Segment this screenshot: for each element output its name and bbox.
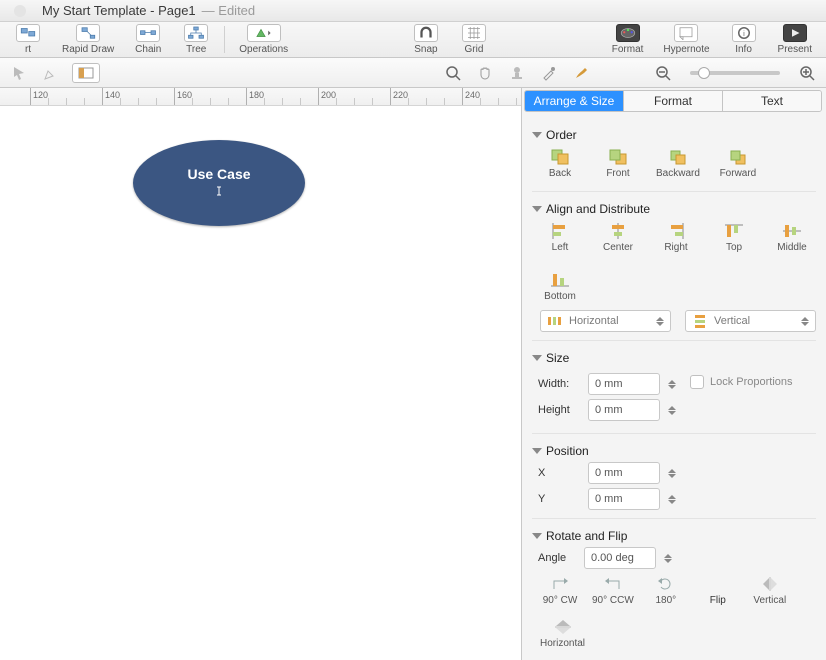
- x-label: X: [538, 467, 580, 479]
- use-case-shape[interactable]: Use Case: [133, 140, 305, 226]
- toolbar-hypernote[interactable]: Hypernote: [657, 22, 715, 57]
- toolbar-operations[interactable]: Operations: [233, 22, 294, 57]
- width-stepper[interactable]: [668, 380, 676, 389]
- svg-text:i: i: [743, 29, 745, 38]
- y-input[interactable]: [588, 488, 660, 510]
- height-label: Height: [538, 404, 580, 416]
- section-position[interactable]: Position: [532, 444, 816, 458]
- window-title: My Start Template - Page1: [42, 3, 196, 18]
- toolbar-snap[interactable]: Snap: [406, 22, 446, 57]
- canvas-area: 120140160180200220240 Use Case: [0, 88, 521, 660]
- lock-proportions-label: Lock Proportions: [710, 376, 793, 388]
- flip-vertical-button[interactable]: Vertical: [750, 575, 790, 606]
- toolbar-tree[interactable]: Tree: [176, 22, 216, 57]
- stamp-tool-icon[interactable]: [506, 62, 528, 84]
- main-toolbar: rt Rapid Draw Chain Tree Operations Snap…: [0, 22, 826, 58]
- traffic-close-icon[interactable]: [14, 5, 26, 17]
- align-bottom-button[interactable]: Bottom: [540, 271, 580, 302]
- y-label: Y: [538, 493, 580, 505]
- text-cursor-icon: [213, 184, 225, 200]
- hand-tool-icon[interactable]: [474, 62, 496, 84]
- zoom-out-icon[interactable]: [652, 62, 674, 84]
- section-rotate[interactable]: Rotate and Flip: [532, 529, 816, 543]
- order-forward-button[interactable]: Forward: [718, 148, 758, 179]
- width-input[interactable]: [588, 373, 660, 395]
- rotate-ccw-button[interactable]: 90° CCW: [592, 575, 634, 606]
- tab-text[interactable]: Text: [722, 91, 821, 111]
- rotate-180-button[interactable]: 180°: [646, 575, 686, 606]
- flip-label: Flip: [698, 575, 738, 606]
- toolbar-chain[interactable]: Chain: [128, 22, 168, 57]
- width-label: Width:: [538, 378, 580, 390]
- toolbar-grid[interactable]: Grid: [454, 22, 494, 57]
- distribute-vertical-select[interactable]: Vertical: [685, 310, 816, 332]
- tab-arrange[interactable]: Arrange & Size: [525, 91, 623, 111]
- align-center-button[interactable]: Center: [598, 222, 638, 253]
- library-toggle[interactable]: [72, 63, 100, 83]
- order-backward-button[interactable]: Backward: [656, 148, 700, 179]
- angle-stepper[interactable]: [664, 554, 672, 563]
- align-middle-button[interactable]: Middle: [772, 222, 812, 253]
- toolbar-info[interactable]: i Info: [724, 22, 764, 57]
- drawing-canvas[interactable]: Use Case: [0, 106, 521, 660]
- edit-tool-icon[interactable]: [40, 62, 62, 84]
- magnify-tool-icon[interactable]: [442, 62, 464, 84]
- toolbar-art[interactable]: rt: [8, 22, 48, 57]
- inspector-panel: Arrange & Size Format Text Order Back Fr…: [521, 88, 826, 660]
- height-stepper[interactable]: [668, 406, 676, 415]
- drawing-toolbar: [0, 58, 826, 88]
- lock-proportions-checkbox[interactable]: [690, 375, 704, 389]
- x-stepper[interactable]: [668, 469, 676, 478]
- toolbar-present[interactable]: Present: [772, 22, 818, 57]
- section-order[interactable]: Order: [532, 128, 816, 142]
- align-left-button[interactable]: Left: [540, 222, 580, 253]
- shape-label: Use Case: [187, 166, 250, 182]
- align-right-button[interactable]: Right: [656, 222, 696, 253]
- window-edited: — Edited: [202, 3, 255, 18]
- pointer-tool-icon[interactable]: [8, 62, 30, 84]
- inspector-tabs: Arrange & Size Format Text: [524, 90, 822, 112]
- section-align[interactable]: Align and Distribute: [532, 202, 816, 216]
- zoom-in-icon[interactable]: [796, 62, 818, 84]
- eyedropper-icon[interactable]: [538, 62, 560, 84]
- order-back-button[interactable]: Back: [540, 148, 580, 179]
- angle-label: Angle: [538, 552, 576, 564]
- distribute-horizontal-select[interactable]: Horizontal: [540, 310, 671, 332]
- toolbar-format[interactable]: Format: [606, 22, 650, 57]
- brush-icon[interactable]: [570, 62, 592, 84]
- tab-format[interactable]: Format: [623, 91, 722, 111]
- height-input[interactable]: [588, 399, 660, 421]
- section-size[interactable]: Size: [532, 351, 816, 365]
- y-stepper[interactable]: [668, 495, 676, 504]
- distribute-v-icon: [692, 314, 708, 328]
- rotate-cw-button[interactable]: 90° CW: [540, 575, 580, 606]
- window-titlebar: My Start Template - Page1 — Edited: [0, 0, 826, 22]
- order-front-button[interactable]: Front: [598, 148, 638, 179]
- toolbar-rapid-draw[interactable]: Rapid Draw: [56, 22, 120, 57]
- distribute-h-icon: [547, 314, 563, 328]
- x-input[interactable]: [588, 462, 660, 484]
- zoom-slider[interactable]: [690, 71, 780, 75]
- angle-input[interactable]: [584, 547, 656, 569]
- flip-horizontal-button[interactable]: Horizontal: [540, 618, 585, 649]
- align-top-button[interactable]: Top: [714, 222, 754, 253]
- horizontal-ruler: 120140160180200220240: [0, 88, 521, 106]
